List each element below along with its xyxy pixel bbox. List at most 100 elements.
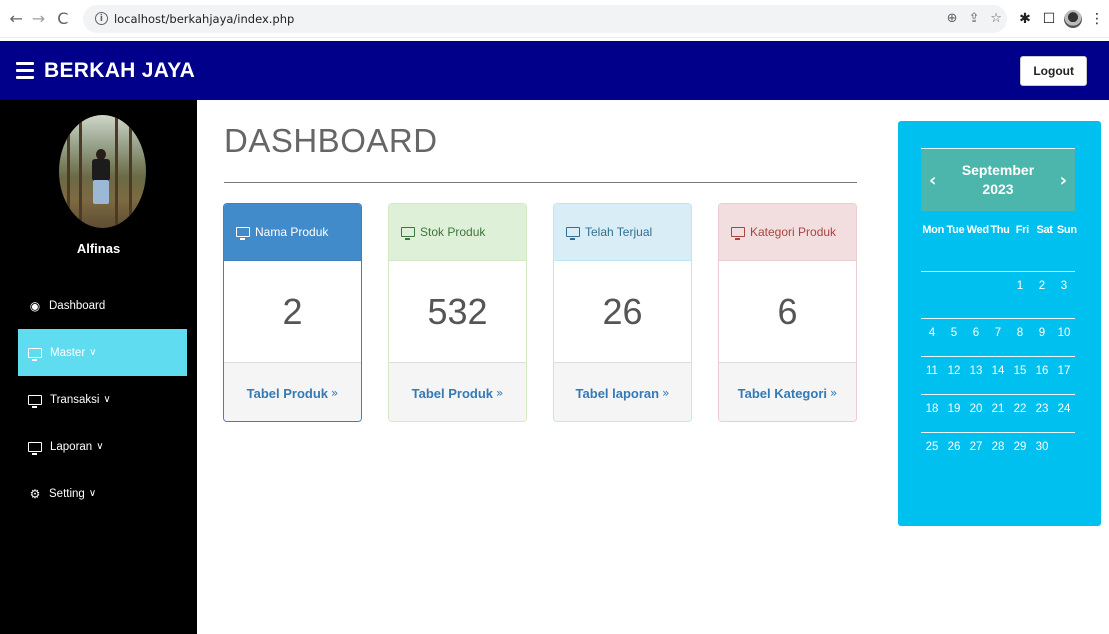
forward-arrow-icon[interactable]: → (28, 8, 48, 30)
calendar-week: 18 19 20 21 22 23 24 (921, 394, 1075, 415)
calendar-day[interactable]: 17 (1053, 365, 1075, 377)
card-link-label[interactable]: Tabel Produk (412, 386, 493, 401)
card-title: Stok Produk (420, 225, 486, 239)
desktop-icon (28, 394, 42, 408)
calendar-day[interactable]: 16 (1031, 365, 1053, 377)
sidebar-item-transaksi[interactable]: Transaksi ∨ (0, 376, 197, 423)
calendar-day[interactable]: 4 (921, 327, 943, 339)
sidebar-item-label: Setting (49, 487, 85, 500)
desktop-icon (28, 347, 42, 361)
calendar-day (1053, 441, 1075, 453)
side-panel-icon[interactable]: ☐ (1037, 7, 1061, 31)
stat-card-telah-terjual: Telah Terjual 26 Tabel laporan » (553, 203, 692, 422)
weekday-label: Sun (1056, 224, 1077, 236)
calendar-day[interactable]: 30 (1031, 441, 1053, 453)
profile-avatar-icon[interactable] (1061, 7, 1085, 31)
card-link[interactable]: Tabel Produk » (389, 363, 526, 421)
calendar-day (987, 280, 1009, 292)
calendar-day[interactable]: 13 (965, 365, 987, 377)
logout-button[interactable]: Logout (1020, 55, 1087, 86)
sidebar-item-dashboard[interactable]: ◉ Dashboard (0, 282, 197, 329)
weekday-label: Wed (966, 224, 989, 236)
calendar-month: September (961, 162, 1035, 178)
chevron-right-icon[interactable]: › (1060, 170, 1067, 191)
calendar-day[interactable]: 22 (1009, 403, 1031, 415)
calendar-weekdays: Mon Tue Wed Thu Fri Sat Sun (922, 224, 1078, 236)
calendar-day[interactable]: 10 (1053, 327, 1075, 339)
dashboard-icon: ◉ (29, 298, 41, 313)
calendar-day[interactable]: 25 (921, 441, 943, 453)
calendar-day[interactable]: 14 (987, 365, 1009, 377)
calendar-day[interactable]: 27 (965, 441, 987, 453)
sidebar-item-master[interactable]: Master ∨ (18, 329, 187, 376)
weekday-label: Thu (990, 224, 1010, 236)
double-chevron-right-icon: » (830, 386, 838, 400)
calendar-day[interactable]: 11 (921, 365, 943, 377)
url-text[interactable]: localhost/berkahjaya/index.php (114, 12, 294, 26)
card-header: Stok Produk (389, 204, 526, 261)
sidebar-item-laporan[interactable]: Laporan ∨ (0, 423, 197, 470)
weekday-label: Tue (946, 224, 965, 236)
calendar-day[interactable]: 21 (987, 403, 1009, 415)
chevron-down-icon: ∨ (89, 347, 97, 358)
card-link[interactable]: Tabel Kategori » (719, 363, 856, 421)
card-link-label[interactable]: Tabel Produk (247, 386, 328, 401)
sidebar: Alfinas ◉ Dashboard Master ∨ Transaksi ∨… (0, 100, 197, 634)
sidebar-menu: ◉ Dashboard Master ∨ Transaksi ∨ Laporan… (0, 282, 197, 517)
share-icon[interactable]: ⇪ (963, 8, 985, 30)
calendar-day[interactable]: 12 (943, 365, 965, 377)
card-title: Telah Terjual (585, 225, 653, 239)
calendar-week: 11 12 13 14 15 16 17 (921, 356, 1075, 377)
browser-menu-icon[interactable]: ⋮ (1085, 7, 1109, 31)
address-bar[interactable]: i localhost/berkahjaya/index.php ⊕ ⇪ ☆ (82, 4, 1008, 33)
calendar-day[interactable]: 2 (1031, 280, 1053, 292)
extensions-puzzle-icon[interactable]: ✱ (1013, 7, 1037, 31)
weekday-label: Fri (1015, 224, 1029, 236)
weekday-label: Sat (1036, 224, 1053, 236)
calendar-day[interactable]: 20 (965, 403, 987, 415)
calendar-day[interactable]: 29 (1009, 441, 1031, 453)
calendar-day[interactable]: 9 (1031, 327, 1053, 339)
calendar-day[interactable]: 1 (1009, 280, 1031, 292)
calendar-day (921, 280, 943, 292)
chevron-left-icon[interactable]: ‹ (929, 170, 936, 191)
calendar-day[interactable]: 19 (943, 403, 965, 415)
calendar-day[interactable]: 6 (965, 327, 987, 339)
sidebar-item-label: Laporan (50, 440, 93, 453)
zoom-icon[interactable]: ⊕ (941, 8, 963, 30)
page-title: DASHBOARD (224, 122, 438, 159)
avatar (59, 115, 146, 228)
calendar-header: ‹ September 2023 › (921, 148, 1075, 211)
info-icon[interactable]: i (94, 12, 108, 25)
calendar-day[interactable]: 3 (1053, 280, 1075, 292)
chevron-down-icon: ∨ (96, 441, 104, 452)
card-link[interactable]: Tabel laporan » (554, 363, 691, 421)
brand-title: BERKAH JAYA (44, 58, 196, 82)
calendar-day[interactable]: 8 (1009, 327, 1031, 339)
calendar-day[interactable]: 7 (987, 327, 1009, 339)
back-arrow-icon[interactable]: ← (6, 8, 26, 30)
stat-card-stok-produk: Stok Produk 532 Tabel Produk » (388, 203, 527, 422)
desktop-icon (731, 227, 745, 240)
calendar-day[interactable]: 26 (943, 441, 965, 453)
double-chevron-right-icon: » (496, 386, 504, 400)
reload-icon[interactable]: C (53, 8, 73, 30)
calendar-day[interactable]: 15 (1009, 365, 1031, 377)
calendar-day[interactable]: 28 (987, 441, 1009, 453)
calendar-day[interactable]: 18 (921, 403, 943, 415)
card-header: Kategori Produk (719, 204, 856, 261)
card-link-label[interactable]: Tabel Kategori (738, 386, 827, 401)
calendar-day[interactable]: 24 (1053, 403, 1075, 415)
card-header: Telah Terjual (554, 204, 691, 261)
card-link[interactable]: Tabel Produk » (224, 363, 361, 421)
calendar-day[interactable]: 23 (1031, 403, 1053, 415)
sidebar-item-setting[interactable]: ⚙ Setting ∨ (0, 470, 197, 517)
chevron-down-icon: ∨ (88, 488, 97, 499)
hamburger-menu-icon[interactable] (16, 62, 34, 79)
card-link-label[interactable]: Tabel laporan (576, 386, 660, 401)
bookmark-star-icon[interactable]: ☆ (985, 8, 1007, 30)
calendar-day[interactable]: 5 (943, 327, 965, 339)
chevron-down-icon: ∨ (103, 394, 111, 405)
calendar-day (965, 280, 987, 292)
card-title: Kategori Produk (750, 225, 837, 239)
